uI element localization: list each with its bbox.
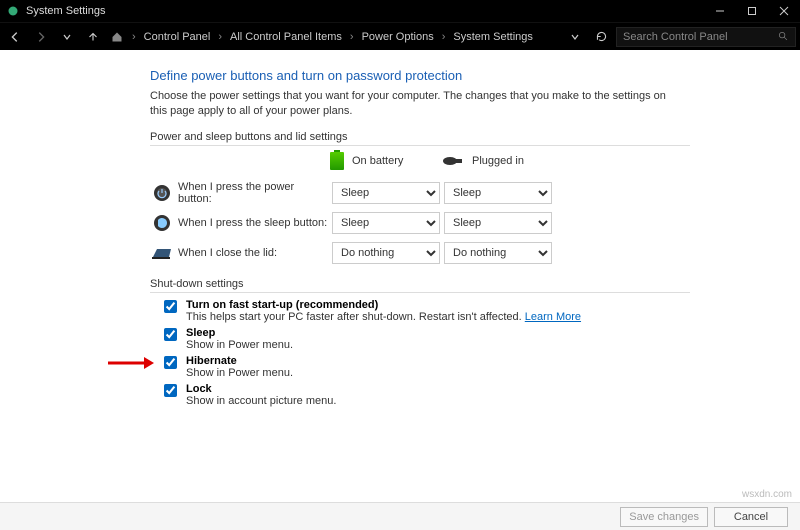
chevron-right-icon: › [132, 31, 136, 43]
close-button[interactable] [768, 0, 800, 22]
lock-title: Lock [186, 383, 336, 395]
sleep-title: Sleep [186, 327, 293, 339]
fast-startup-title: Turn on fast start-up (recommended) [186, 299, 581, 311]
row-close-lid: When I close the lid: Do nothing Do noth… [150, 238, 690, 268]
maximize-button[interactable] [736, 0, 768, 22]
sleep-button-plugged-select[interactable]: Sleep [444, 212, 552, 234]
power-button-battery-select[interactable]: Sleep [332, 182, 440, 204]
close-lid-plugged-select[interactable]: Do nothing [444, 242, 552, 264]
col-on-battery-label: On battery [352, 155, 403, 167]
save-changes-button[interactable]: Save changes [620, 507, 708, 527]
column-headers: On battery Plugged in [330, 152, 690, 170]
hibernate-title: Hibernate [186, 355, 293, 367]
sd-hibernate: Hibernate Show in Power menu. [160, 355, 690, 379]
row-sleep-button: When I press the sleep button: Sleep Sle… [150, 208, 690, 238]
row-power-button: When I press the power button: Sleep Sle… [150, 178, 690, 208]
content-area: Define power buttons and turn on passwor… [0, 50, 800, 502]
hibernate-checkbox[interactable] [164, 356, 177, 369]
power-button-plugged-select[interactable]: Sleep [444, 182, 552, 204]
breadcrumb-item[interactable]: All Control Panel Items [228, 31, 344, 43]
col-plugged-in: Plugged in [442, 152, 550, 170]
page-heading: Define power buttons and turn on passwor… [150, 68, 690, 83]
cancel-button[interactable]: Cancel [714, 507, 788, 527]
breadcrumb-item[interactable]: System Settings [451, 31, 534, 43]
sleep-button-icon [150, 213, 174, 233]
app-icon [6, 4, 20, 18]
sleep-button-battery-select[interactable]: Sleep [332, 212, 440, 234]
close-lid-battery-select[interactable]: Do nothing [332, 242, 440, 264]
fast-startup-checkbox[interactable] [164, 300, 177, 313]
navbar: › Control Panel › All Control Panel Item… [0, 22, 800, 50]
address-dropdown[interactable] [564, 26, 586, 48]
up-button[interactable] [82, 26, 104, 48]
search-placeholder: Search Control Panel [623, 31, 728, 43]
row-power-button-label: When I press the power button: [178, 181, 328, 205]
search-input[interactable]: Search Control Panel [616, 27, 796, 47]
lid-icon [150, 245, 174, 261]
sleep-checkbox[interactable] [164, 328, 177, 341]
breadcrumb-item[interactable]: Control Panel [142, 31, 213, 43]
red-arrow-icon [108, 357, 154, 369]
col-plugged-in-label: Plugged in [472, 155, 524, 167]
section-power-sleep-label: Power and sleep buttons and lid settings [150, 131, 690, 146]
minimize-button[interactable] [704, 0, 736, 22]
col-on-battery: On battery [330, 152, 438, 170]
chevron-right-icon: › [218, 31, 222, 43]
forward-button[interactable] [30, 26, 52, 48]
plug-icon [442, 155, 464, 167]
titlebar: System Settings [0, 0, 800, 22]
watermark: wsxdn.com [742, 489, 792, 500]
lock-desc: Show in account picture menu. [186, 395, 336, 407]
breadcrumb-item[interactable]: Power Options [360, 31, 436, 43]
battery-icon [330, 152, 344, 170]
sd-lock: Lock Show in account picture menu. [160, 383, 690, 407]
search-icon [778, 31, 789, 42]
sleep-desc: Show in Power menu. [186, 339, 293, 351]
page-subtext: Choose the power settings that you want … [150, 89, 690, 119]
home-icon[interactable] [108, 26, 126, 48]
fast-startup-desc: This helps start your PC faster after sh… [186, 311, 581, 323]
row-close-lid-label: When I close the lid: [178, 247, 328, 259]
refresh-button[interactable] [590, 26, 612, 48]
recent-dropdown[interactable] [56, 26, 78, 48]
section-shutdown-label: Shut-down settings [150, 278, 690, 293]
chevron-right-icon: › [350, 31, 354, 43]
lock-checkbox[interactable] [164, 384, 177, 397]
sd-sleep: Sleep Show in Power menu. [160, 327, 690, 351]
window-title: System Settings [26, 5, 105, 17]
footer: Save changes Cancel [0, 502, 800, 530]
learn-more-link[interactable]: Learn More [525, 311, 581, 323]
hibernate-desc: Show in Power menu. [186, 367, 293, 379]
back-button[interactable] [4, 26, 26, 48]
power-button-icon [150, 183, 174, 203]
row-sleep-button-label: When I press the sleep button: [178, 217, 328, 229]
sd-fast-startup: Turn on fast start-up (recommended) This… [160, 299, 690, 323]
chevron-right-icon: › [442, 31, 446, 43]
